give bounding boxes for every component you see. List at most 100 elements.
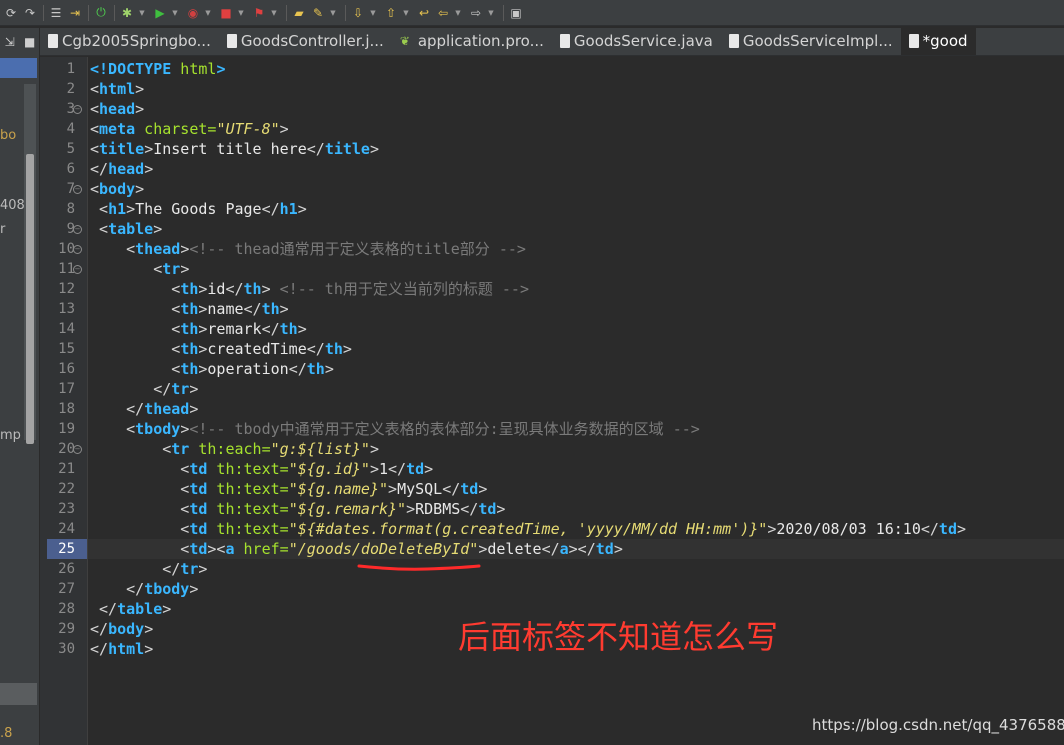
code-line[interactable]: <td th:text="${g.name}">MySQL</td> <box>90 479 487 499</box>
code-line[interactable]: <tr> <box>90 259 189 279</box>
back-icon[interactable]: ⇦ <box>434 4 452 22</box>
chevron-down-icon[interactable]: ▼ <box>203 4 213 22</box>
debug-run-icon[interactable]: ✱ <box>118 4 136 22</box>
code-line[interactable]: <th>remark</th> <box>90 319 306 339</box>
chevron-down-icon[interactable]: ▼ <box>486 4 496 22</box>
code-line[interactable]: <thead><!-- thead通常用于定义表格的title部分 --> <box>90 239 526 259</box>
code-token: <!DOCTYPE <box>90 60 172 78</box>
code-token: name <box>207 300 244 318</box>
code-line[interactable]: <tr th:each="g:${list}"> <box>90 439 379 459</box>
skip-icon[interactable]: ⇥ <box>66 4 84 22</box>
code-token: < <box>90 340 181 358</box>
code-line[interactable]: <td th:text="${#dates.format(g.createdTi… <box>90 519 966 539</box>
code-line[interactable]: </tbody> <box>90 579 198 599</box>
tree-item-text: .8 <box>0 726 13 741</box>
selected-tree-row[interactable] <box>0 58 37 78</box>
code-line[interactable]: <th>createdTime</th> <box>90 339 352 359</box>
chevron-down-icon[interactable]: ▼ <box>328 4 338 22</box>
editor-tab[interactable]: ❦ application.pro... <box>392 27 552 55</box>
code-token: > <box>406 500 416 518</box>
fold-toggle-icon[interactable]: − <box>73 445 82 454</box>
line-number: 28 <box>58 601 75 617</box>
code-line[interactable]: <!DOCTYPE html> <box>90 59 225 79</box>
code-token: > <box>189 400 199 418</box>
code-token: </ <box>243 300 262 318</box>
code-line[interactable]: <meta charset="UTF-8"> <box>90 119 289 139</box>
brush-icon[interactable]: ✎ <box>309 4 327 22</box>
code-token: </ <box>288 360 307 378</box>
code-line[interactable]: <td><a href="/goods/doDeleteById">delete… <box>90 539 623 559</box>
code-token: </ <box>261 320 280 338</box>
code-line[interactable]: <h1>The Goods Page</h1> <box>90 199 307 219</box>
code-line[interactable]: <td th:text="${g.remark}">RDBMS</td> <box>90 499 505 519</box>
code-line[interactable]: <th>operation</th> <box>90 359 334 379</box>
collapse-icon[interactable]: ⇲ <box>5 35 15 49</box>
fold-toggle-icon[interactable]: − <box>73 265 82 274</box>
editor-tab[interactable]: *good <box>900 27 976 55</box>
code-line[interactable]: </head> <box>90 159 153 179</box>
code-line[interactable]: <table> <box>90 219 162 239</box>
editor-tab[interactable]: Cgb2005Springbo... <box>40 27 219 55</box>
editor-tab[interactable]: GoodsServiceImpl... <box>721 27 901 55</box>
chevron-down-icon[interactable]: ▼ <box>453 4 463 22</box>
code-token: html <box>171 60 217 78</box>
selected-tree-row[interactable] <box>0 683 37 705</box>
code-token: th:text= <box>207 480 289 498</box>
code-line[interactable]: <body> <box>90 179 144 199</box>
code-line[interactable]: <head> <box>90 99 144 119</box>
code-token: > <box>388 480 398 498</box>
chevron-down-icon[interactable]: ▼ <box>170 4 180 22</box>
terminate-icon[interactable]: ■ <box>217 4 235 22</box>
chevron-down-icon[interactable]: ▼ <box>236 4 246 22</box>
code-token: operation <box>207 360 289 378</box>
fold-toggle-icon[interactable]: − <box>73 185 82 194</box>
fold-toggle-icon[interactable]: − <box>73 245 82 254</box>
pin-icon[interactable]: ▣ <box>507 4 525 22</box>
code-token: < <box>90 100 100 118</box>
code-token: th <box>324 340 343 358</box>
tree-item-text: r <box>0 222 6 237</box>
java-file-icon <box>728 34 739 48</box>
code-line[interactable]: <tbody><!-- tbody中通常用于定义表格的表体部分:呈现具体业务数据… <box>90 419 700 439</box>
editor-tab[interactable]: GoodsController.j... <box>219 27 392 55</box>
code-line[interactable]: <title>Insert title here</title> <box>90 139 379 159</box>
scrollbar-thumb[interactable] <box>26 154 34 444</box>
code-line[interactable]: <th>name</th> <box>90 299 288 319</box>
code-token: 1 <box>379 460 389 478</box>
last-edit-icon[interactable]: ↩ <box>415 4 433 22</box>
chevron-down-icon[interactable]: ▼ <box>269 4 279 22</box>
open-folder-icon[interactable]: ▰ <box>290 4 308 22</box>
code-token: </ <box>90 560 181 578</box>
previous-annotation-icon[interactable]: ⇧ <box>382 4 400 22</box>
fold-toggle-icon[interactable]: − <box>73 225 82 234</box>
code-line[interactable]: </thead> <box>90 399 198 419</box>
code-line[interactable]: <html> <box>90 79 144 99</box>
debug-icon[interactable]: ⏻ <box>92 4 110 22</box>
next-annotation-icon[interactable]: ⇩ <box>349 4 367 22</box>
fold-toggle-icon[interactable]: − <box>73 105 82 114</box>
redo-icon[interactable]: ↷ <box>21 4 39 22</box>
bookmark-icon[interactable]: ⚑ <box>250 4 268 22</box>
code-token: </ <box>90 380 172 398</box>
code-line[interactable]: </body> <box>90 619 153 639</box>
code-token: < <box>90 480 190 498</box>
forward-icon[interactable]: ⇨ <box>467 4 485 22</box>
code-token: thead <box>144 400 190 418</box>
code-line[interactable]: <th>id</th> <!-- th用于定义当前列的标题 --> <box>90 279 529 299</box>
code-line[interactable]: </table> <box>90 599 171 619</box>
code-line[interactable]: </tr> <box>90 559 207 579</box>
run-icon[interactable]: ▶ <box>151 4 169 22</box>
code-line[interactable]: </tr> <box>90 379 198 399</box>
code-line[interactable]: </html> <box>90 639 153 659</box>
chevron-down-icon[interactable]: ▼ <box>401 4 411 22</box>
code-token: > <box>424 460 434 478</box>
chevron-down-icon[interactable]: ▼ <box>137 4 147 22</box>
code-token: td <box>406 460 425 478</box>
toggle-breakpoint-icon[interactable]: ☰ <box>47 4 65 22</box>
run-coverage-icon[interactable]: ◉ <box>184 4 202 22</box>
editor-tab[interactable]: GoodsService.java <box>552 27 721 55</box>
code-line[interactable]: <td th:text="${g.id}">1</td> <box>90 459 433 479</box>
chevron-down-icon[interactable]: ▼ <box>368 4 378 22</box>
refresh-icon[interactable]: ⟳ <box>2 4 20 22</box>
maximize-icon[interactable]: ■ <box>24 35 35 49</box>
